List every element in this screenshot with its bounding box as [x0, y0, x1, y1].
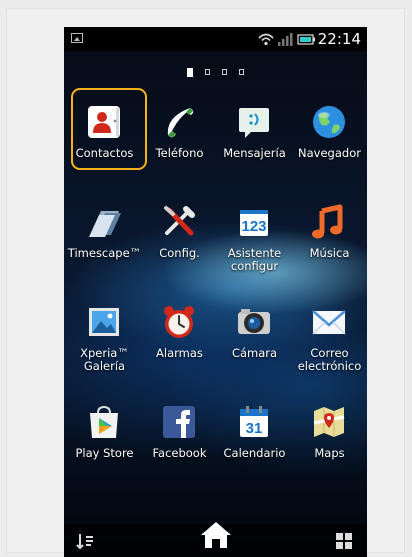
app-label: Música: [309, 246, 350, 260]
app-galeria[interactable]: Xperia™ Galería: [67, 285, 142, 375]
gallery-icon: [89, 308, 119, 336]
alarm-clock-icon: [164, 306, 194, 338]
app-camara[interactable]: Cámara: [217, 285, 292, 375]
bottom-bar: [64, 522, 367, 557]
battery-icon: [297, 34, 315, 45]
setup-wizard-icon: 123: [240, 210, 268, 236]
app-label: Timescape™: [67, 246, 142, 260]
app-label: Mensajería: [223, 146, 286, 160]
app-label: Play Store: [75, 446, 134, 460]
page-dot-3: [222, 69, 227, 75]
app-label: Navegador: [298, 146, 361, 160]
app-alarmas[interactable]: Alarmas: [142, 285, 217, 375]
app-calendario[interactable]: 31 Calendario: [217, 385, 292, 475]
app-maps[interactable]: Maps: [292, 385, 367, 475]
app-label: Facebook: [152, 446, 207, 460]
home-icon[interactable]: [198, 520, 234, 550]
calendar-day: 31: [246, 420, 263, 437]
page-dot-2: [205, 69, 210, 75]
calendar-icon: 31: [240, 406, 268, 437]
app-grid-icon[interactable]: [336, 533, 352, 549]
page-indicator: [64, 60, 367, 79]
app-play-store[interactable]: Play Store: [67, 385, 142, 475]
page-dot-4: [239, 69, 244, 75]
contacts-icon: [88, 106, 120, 138]
app-config[interactable]: Config.: [142, 185, 217, 275]
phone-screen: 22:14 Contactos Teléfono Mensajería Nave…: [64, 27, 367, 557]
facebook-icon: [163, 406, 195, 438]
app-label: Xperia™ Galería: [80, 346, 129, 373]
status-icons: [258, 33, 315, 46]
app-label: Config.: [159, 246, 200, 260]
status-bar: 22:14: [64, 27, 367, 51]
notification-image-icon: [71, 33, 83, 43]
app-label: Maps: [314, 446, 345, 460]
browser-globe-icon: [313, 106, 345, 138]
app-navegador[interactable]: Navegador: [292, 85, 367, 175]
app-label: Cámara: [231, 346, 278, 360]
app-facebook[interactable]: Facebook: [142, 385, 217, 475]
app-label: Alarmas: [156, 346, 203, 360]
app-label: Teléfono: [155, 146, 204, 160]
phone-icon: [167, 108, 194, 138]
timescape-icon: [89, 211, 121, 237]
music-note-icon: [312, 204, 343, 239]
setup-number: 123: [241, 218, 266, 235]
play-store-icon: [90, 405, 118, 438]
app-correo[interactable]: Correo electrónico: [292, 285, 367, 375]
app-musica[interactable]: Música: [292, 185, 367, 275]
camera-icon: [238, 309, 270, 334]
wifi-icon: [258, 33, 274, 46]
app-timescape[interactable]: Timescape™: [67, 185, 142, 275]
app-asistente[interactable]: 123 Asistente configur: [217, 185, 292, 275]
app-label: Contactos: [75, 146, 134, 160]
email-envelope-icon: [312, 310, 346, 335]
app-contactos[interactable]: Contactos: [67, 85, 147, 175]
app-label: Calendario: [223, 446, 286, 460]
signal-bars-icon: [278, 33, 293, 46]
settings-tools-icon: [164, 206, 195, 236]
messaging-icon: [239, 108, 269, 138]
sort-icon[interactable]: [76, 532, 94, 550]
app-label: Correo electrónico: [297, 346, 362, 373]
page-dot-1: [187, 68, 193, 77]
clock: 22:14: [317, 30, 361, 48]
app-telefono[interactable]: Teléfono: [142, 85, 217, 175]
maps-icon: [313, 407, 345, 437]
app-mensajeria[interactable]: Mensajería: [217, 85, 292, 175]
app-label: Asistente configur: [227, 246, 282, 273]
